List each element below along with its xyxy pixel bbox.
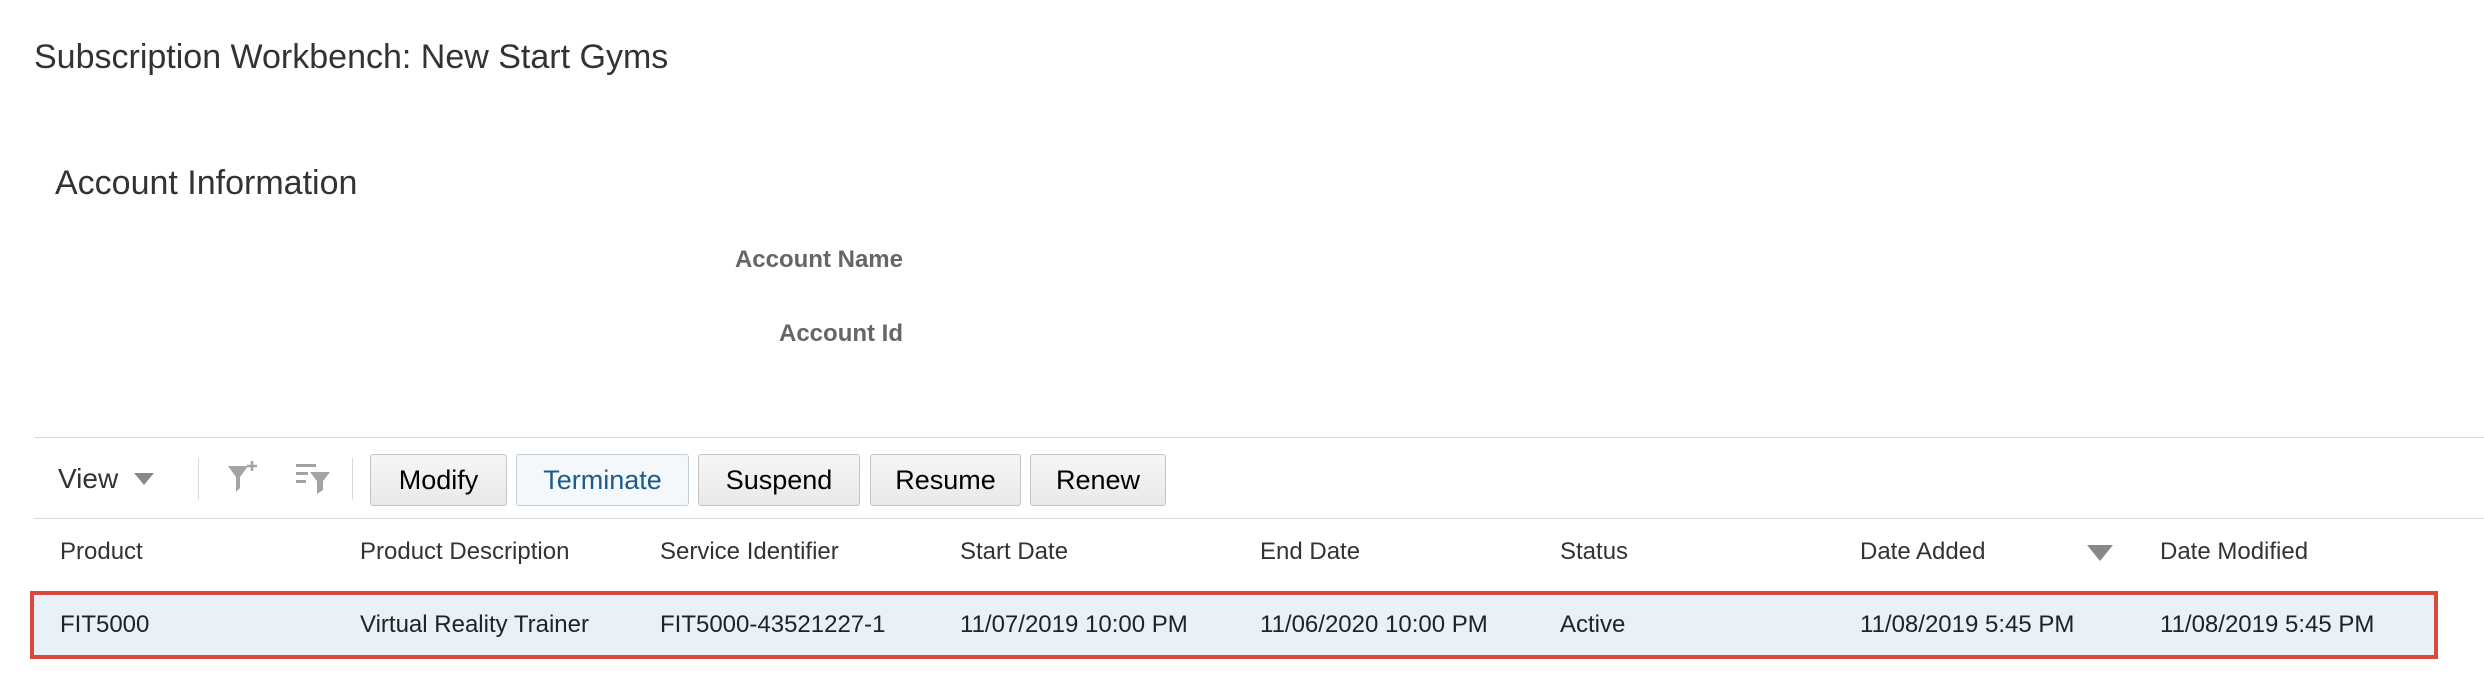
cell-service-identifier: FIT5000-43521227-1 [660,611,886,638]
filter-row-icon[interactable] [294,458,334,498]
column-header-product-description[interactable]: Product Description [360,538,569,566]
page-title: Subscription Workbench: New Start Gyms [34,38,669,76]
column-header-end-date[interactable]: End Date [1260,538,1360,566]
view-menu[interactable]: View [58,460,155,498]
add-filter-icon[interactable] [224,458,264,498]
column-header-start-date[interactable]: Start Date [960,538,1068,566]
chevron-down-icon [134,473,155,485]
view-menu-label: View [58,463,119,494]
column-header-status[interactable]: Status [1560,538,1628,566]
toolbar-divider [198,458,199,500]
resume-button[interactable]: Resume [870,454,1021,506]
terminate-button[interactable]: Terminate [516,454,689,506]
account-id-label: Account Id [779,320,903,347]
cell-product-description: Virtual Reality Trainer [360,611,589,638]
cell-date-modified: 11/08/2019 5:45 PM [2160,611,2375,638]
table-toolbar: View Modify Terminate Suspend Resume Ren… [34,437,2484,519]
renew-button[interactable]: Renew [1030,454,1166,506]
account-info-heading: Account Information [55,164,358,202]
suspend-button[interactable]: Suspend [698,454,860,506]
account-name-label: Account Name [734,246,903,273]
modify-button[interactable]: Modify [370,454,507,506]
sort-descending-icon[interactable] [2087,545,2113,561]
cell-product: FIT5000 [60,611,150,638]
column-header-product[interactable]: Product [60,538,143,566]
column-header-date-modified[interactable]: Date Modified [2160,538,2308,566]
toolbar-divider [352,458,353,500]
cell-status: Active [1560,611,1626,638]
column-header-service-identifier[interactable]: Service Identifier [660,538,839,566]
cell-date-added: 11/08/2019 5:45 PM [1860,611,2075,638]
column-header-date-added[interactable]: Date Added [1860,538,1985,566]
cell-start-date: 11/07/2019 10:00 PM [960,611,1188,638]
cell-end-date: 11/06/2020 10:00 PM [1260,611,1488,638]
